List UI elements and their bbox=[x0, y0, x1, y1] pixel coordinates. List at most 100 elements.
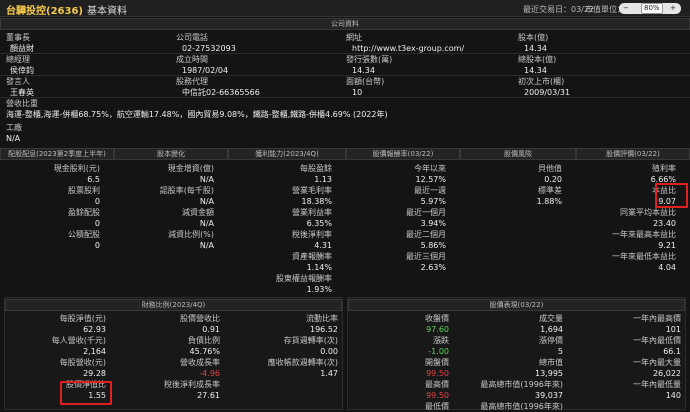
market-value: 140 bbox=[665, 391, 681, 400]
zoom-in-button[interactable]: + bbox=[670, 3, 676, 14]
dividend-header: 配股配息(2023第2季度上半年) bbox=[0, 148, 114, 160]
returns-label: 最近二個月 bbox=[406, 230, 446, 239]
market-label: 收盤價 bbox=[425, 314, 449, 323]
capital-change-label: 認股率(每千股) bbox=[159, 186, 214, 195]
market-label: 最高總市值(1996年來) bbox=[480, 402, 563, 411]
market-value: 99.50 bbox=[426, 391, 449, 400]
zoom-control[interactable]: − 80% + bbox=[619, 3, 681, 14]
profitability-value: 6.35% bbox=[306, 219, 332, 228]
financial-value: 2,164 bbox=[83, 347, 106, 356]
financial-label: 應收帳款週轉率(次) bbox=[267, 358, 338, 367]
profitability-label: 資產報酬率 bbox=[292, 252, 332, 261]
returns-label: 今年以來 bbox=[414, 164, 446, 173]
financial-label: 流動比率 bbox=[306, 314, 338, 323]
revenue-text: 海運-整櫃,海運-併櫃68.75%，航空運輸17.48%，國內貿易9.08%，鐵… bbox=[6, 110, 388, 119]
risk-label: 貝他值 bbox=[538, 164, 562, 173]
returns-value: 2.63% bbox=[420, 263, 446, 272]
returns-label: 最近一週 bbox=[414, 186, 446, 195]
valuation-label: 同業平均本益比 bbox=[620, 208, 676, 217]
market-label: 一年內最低量 bbox=[633, 380, 681, 389]
valuation-label: 一年來最低本益比 bbox=[612, 252, 676, 261]
returns-value: 3.94% bbox=[420, 219, 446, 228]
company-field-label: 股本(億) bbox=[518, 33, 549, 42]
financial-label: 稅後淨利成長率 bbox=[164, 380, 220, 389]
valuation-value: 9.21 bbox=[658, 241, 676, 250]
market-value: 66.1 bbox=[663, 347, 681, 356]
market-label: 一年內最大量 bbox=[633, 358, 681, 367]
financial-label: 每股淨值(元) bbox=[59, 314, 106, 323]
returns-value: 5.97% bbox=[420, 197, 446, 206]
capital-change-header: 股本變化 bbox=[114, 148, 228, 160]
market-label: 漲停價 bbox=[539, 336, 563, 345]
pb-ratio-highlight bbox=[60, 381, 112, 405]
risk-label: 標準差 bbox=[538, 186, 562, 195]
dividend-label: 現金股利(元) bbox=[53, 164, 100, 173]
market-label: 開盤價 bbox=[425, 358, 449, 367]
company-section-header: 公司資料 bbox=[0, 18, 690, 30]
market-value: 5 bbox=[557, 347, 563, 356]
financial-label: 負債比例 bbox=[188, 336, 220, 345]
market-header: 股價表現(03/22) bbox=[348, 299, 685, 311]
profitability-value: 1.13 bbox=[314, 175, 332, 184]
profitability-value: 1.93% bbox=[306, 285, 332, 294]
capital-change-label: 減資金額 bbox=[182, 208, 214, 217]
market-value: -1.00 bbox=[428, 347, 449, 356]
dividend-value: 6.5 bbox=[87, 175, 100, 184]
dividend-label: 股票股利 bbox=[68, 186, 100, 195]
company-field-label: 總股本(億) bbox=[518, 55, 557, 64]
factory-label: 工廠 bbox=[6, 123, 22, 132]
returns-value: 5.86% bbox=[420, 241, 446, 250]
market-label: 一年內最高價 bbox=[633, 314, 681, 323]
market-value: 26,022 bbox=[653, 369, 681, 378]
risk-header: 股價風險 bbox=[460, 148, 576, 160]
returns-value: 12.57% bbox=[415, 175, 446, 184]
financial-label: 存貨週轉率(次) bbox=[283, 336, 338, 345]
valuation-header: 股價評價(03/22) bbox=[576, 148, 690, 160]
company-field-label: 成立時間 bbox=[176, 55, 208, 64]
financial-value: 62.93 bbox=[83, 325, 106, 334]
valuation-value: 23.40 bbox=[653, 219, 676, 228]
market-label: 最低價 bbox=[425, 402, 449, 411]
market-value: 13,995 bbox=[535, 369, 563, 378]
market-value: 39,037 bbox=[535, 391, 563, 400]
financial-header: 財務比例(2023/4Q) bbox=[5, 299, 342, 311]
company-field-label: 初次上市(櫃) bbox=[518, 77, 565, 86]
dividend-value: 0 bbox=[94, 219, 100, 228]
profitability-label: 每股盈餘 bbox=[300, 164, 332, 173]
profitability-value: 18.38% bbox=[301, 197, 332, 206]
factory-value: N/A bbox=[6, 134, 21, 143]
row-divider bbox=[0, 97, 690, 98]
financial-label: 營收成長率 bbox=[180, 358, 220, 367]
market-value: 101 bbox=[665, 325, 681, 334]
company-field-label: 公司電話 bbox=[176, 33, 208, 42]
market-value: 1,694 bbox=[540, 325, 563, 334]
valuation-label: 殖利率 bbox=[652, 164, 676, 173]
returns-label: 最近三個月 bbox=[406, 252, 446, 261]
financial-value: 45.76% bbox=[189, 347, 220, 356]
page-subtitle: 基本資料 bbox=[86, 6, 127, 17]
company-field-label: 面額(台幣) bbox=[346, 77, 385, 86]
profitability-value: 4.31 bbox=[314, 241, 332, 250]
profitability-label: 股東權益報酬率 bbox=[276, 274, 332, 283]
profitability-header: 獲利能力(2023/4Q) bbox=[228, 148, 346, 160]
stock-name: 台驊投控(2636) bbox=[6, 6, 83, 17]
financial-value: 27.61 bbox=[197, 391, 220, 400]
company-field-label: 網址 bbox=[346, 33, 362, 42]
market-label: 成交量 bbox=[539, 314, 563, 323]
market-value: 97.60 bbox=[426, 325, 449, 334]
financial-value: -4.96 bbox=[199, 369, 220, 378]
row-divider bbox=[0, 75, 690, 76]
pe-ratio-highlight bbox=[655, 183, 688, 208]
dividend-label: 盈餘配股 bbox=[68, 208, 100, 217]
market-label: 總市值 bbox=[539, 358, 563, 367]
financial-value: 1.47 bbox=[320, 369, 338, 378]
capital-change-value: N/A bbox=[199, 241, 214, 250]
dividend-value: 0 bbox=[94, 197, 100, 206]
company-field-label: 股務代理 bbox=[176, 77, 208, 86]
zoom-out-button[interactable]: − bbox=[623, 3, 629, 14]
market-label: 最高總市值(1996年來) bbox=[480, 380, 563, 389]
row-divider bbox=[0, 53, 690, 54]
capital-change-label: 減資比例(%) bbox=[168, 230, 214, 239]
financial-label: 股價營收比 bbox=[180, 314, 220, 323]
capital-change-value: N/A bbox=[199, 219, 214, 228]
